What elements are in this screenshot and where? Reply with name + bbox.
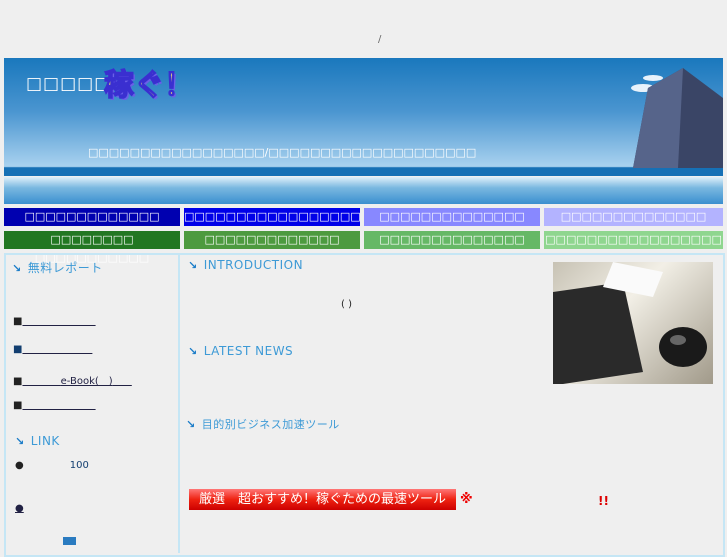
heading-text: 目的別ビジネス加速ツール bbox=[201, 418, 340, 431]
arrow-icon: ↘ bbox=[15, 435, 25, 448]
nav-item-1[interactable]: □□□□□□□□□□□□□ bbox=[4, 208, 180, 226]
arrow-icon: ↘ bbox=[188, 259, 198, 272]
report-link-1[interactable]: ■ bbox=[13, 316, 96, 327]
exclaim-text: !! bbox=[598, 494, 609, 508]
intro-heading: ↘ INTRODUCTION bbox=[188, 258, 303, 272]
nav-item-2[interactable]: □□□□□□□□□□□□□□□□□ bbox=[184, 208, 361, 226]
note-mark: ※ bbox=[460, 492, 473, 507]
header-banner: □□□□□ 稼ぐ！ □□□□□□□□□□□□□□□□□/□□□□□□□□□□□□… bbox=[4, 58, 723, 176]
nav-item-5[interactable]: □□□□□□□□ □□□□□□□□□□□ bbox=[4, 231, 180, 264]
link-item-1[interactable]: ● 100 bbox=[15, 460, 89, 471]
bullet: ● bbox=[15, 460, 24, 471]
link-heading: ↘ LINK bbox=[15, 434, 60, 448]
report-link-4[interactable]: ■ bbox=[13, 400, 96, 411]
arrow-icon: ↘ bbox=[186, 418, 196, 431]
heading-text: 無料レポート bbox=[27, 261, 103, 275]
bullet: ● bbox=[15, 503, 24, 514]
report-link-ebook[interactable]: ■ e-Book( ) bbox=[13, 372, 132, 387]
link-item-2[interactable]: ● bbox=[15, 503, 24, 514]
tools-heading: ↘ 目的別ビジネス加速ツール bbox=[186, 416, 340, 432]
nav-item-3[interactable]: □□□□□□□□□□□□□□ bbox=[364, 208, 540, 226]
intro-text: ( ) bbox=[341, 299, 352, 310]
ebook-text: e-Book( ) bbox=[60, 376, 113, 387]
news-heading: ↘ LATEST NEWS bbox=[188, 344, 293, 358]
nav-item-7[interactable]: □□□□□□□□□□□□□□ bbox=[364, 231, 540, 249]
logo[interactable]: 稼ぐ！ bbox=[103, 60, 195, 104]
tagline: □□□□□□□□□□□□□□□□□/□□□□□□□□□□□□□□□□□□□□ bbox=[88, 146, 477, 159]
photo-drawing bbox=[553, 262, 707, 384]
arrow-icon: ↘ bbox=[188, 345, 198, 358]
top-separator: / bbox=[378, 34, 382, 45]
nav-item-8[interactable]: □□□□□□□□□□□□□□□□□ bbox=[544, 231, 723, 249]
heading-text: INTRODUCTION bbox=[203, 258, 304, 272]
keyboard-mouse-photo bbox=[553, 262, 713, 384]
count-text: 100 bbox=[69, 460, 89, 471]
site-title[interactable]: □□□□□ bbox=[26, 74, 111, 94]
building-image bbox=[631, 68, 723, 168]
small-badge-icon[interactable] bbox=[63, 537, 76, 545]
nav-item-6[interactable]: □□□□□□□□□□□□□ bbox=[184, 231, 360, 249]
column-divider bbox=[178, 253, 180, 553]
free-report-heading: ↘ 無料レポート bbox=[12, 259, 103, 276]
heading-text: LINK bbox=[30, 434, 60, 448]
decorative-band bbox=[4, 177, 723, 204]
arrow-icon: ↘ bbox=[12, 262, 22, 275]
nav-item-4[interactable]: □□□□□□□□□□□□□□ bbox=[544, 208, 723, 226]
heading-text: LATEST NEWS bbox=[203, 344, 294, 358]
report-link-2[interactable]: ■ bbox=[13, 344, 92, 355]
promo-banner[interactable]: 厳選 超おすすめ！稼ぐための最速ツール bbox=[189, 489, 456, 510]
